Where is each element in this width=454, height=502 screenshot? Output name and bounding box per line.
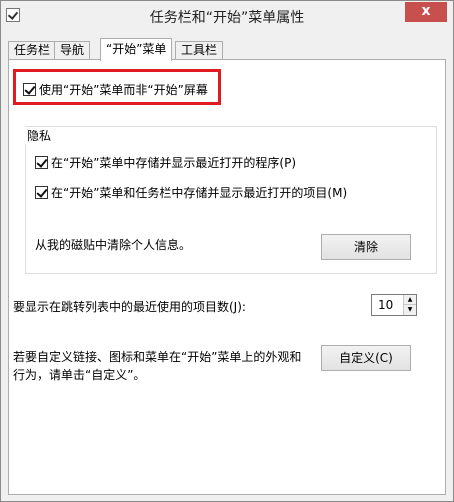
spinner-down-icon[interactable]: ▼: [404, 305, 416, 315]
close-button[interactable]: x: [405, 2, 447, 22]
store-programs-label: 在“开始”菜单中存储并显示最近打开的程序(P): [51, 156, 297, 170]
clear-button[interactable]: 清除: [321, 234, 411, 260]
properties-window: 任务栏和“开始”菜单属性 x 任务栏 导航 “开始”菜单 工具栏 使用“开始”菜…: [0, 0, 454, 502]
tab-toolbars[interactable]: 工具栏: [175, 41, 224, 60]
use-start-menu-option[interactable]: 使用“开始”菜单而非“开始”屏幕: [23, 81, 208, 98]
start-menu-panel: 使用“开始”菜单而非“开始”屏幕 隐私 在“开始”菜单中存储并显示最近打开的程序…: [8, 59, 446, 495]
store-items-checkbox[interactable]: [35, 186, 48, 199]
tab-start-menu[interactable]: “开始”菜单: [100, 38, 173, 61]
jumplist-label: 要显示在跳转列表中的最近使用的项目数(J):: [13, 300, 246, 314]
store-programs-option[interactable]: 在“开始”菜单中存储并显示最近打开的程序(P): [35, 154, 296, 171]
store-programs-checkbox[interactable]: [35, 156, 48, 169]
jumplist-count-spinner[interactable]: 10 ▲ ▼: [371, 294, 417, 316]
store-items-label: 在“开始”菜单和任务栏中存储并显示最近打开的项目(M): [51, 186, 348, 200]
clear-info-text: 从我的磁贴中清除个人信息。: [35, 238, 192, 252]
window-title: 任务栏和“开始”菜单属性: [149, 10, 305, 26]
tab-navigation[interactable]: 导航: [54, 41, 91, 60]
store-items-option[interactable]: 在“开始”菜单和任务栏中存储并显示最近打开的项目(M): [35, 184, 347, 201]
customize-text-line2: 行为，请单击“自定义”。: [13, 368, 146, 382]
use-start-menu-label: 使用“开始”菜单而非“开始”屏幕: [39, 83, 208, 97]
customize-button[interactable]: 自定义(C): [321, 345, 411, 371]
customize-text-line1: 若要自定义链接、图标和菜单在“开始”菜单上的外观和: [13, 350, 302, 364]
spinner-buttons: ▲ ▼: [403, 295, 416, 315]
privacy-legend: 隐私: [24, 127, 55, 144]
jumplist-count-value[interactable]: 10: [378, 298, 393, 312]
spinner-up-icon[interactable]: ▲: [404, 295, 416, 305]
use-start-menu-checkbox[interactable]: [23, 83, 36, 96]
tab-taskbar[interactable]: 任务栏: [8, 41, 57, 60]
title-bar: 任务栏和“开始”菜单属性 x: [1, 1, 453, 31]
